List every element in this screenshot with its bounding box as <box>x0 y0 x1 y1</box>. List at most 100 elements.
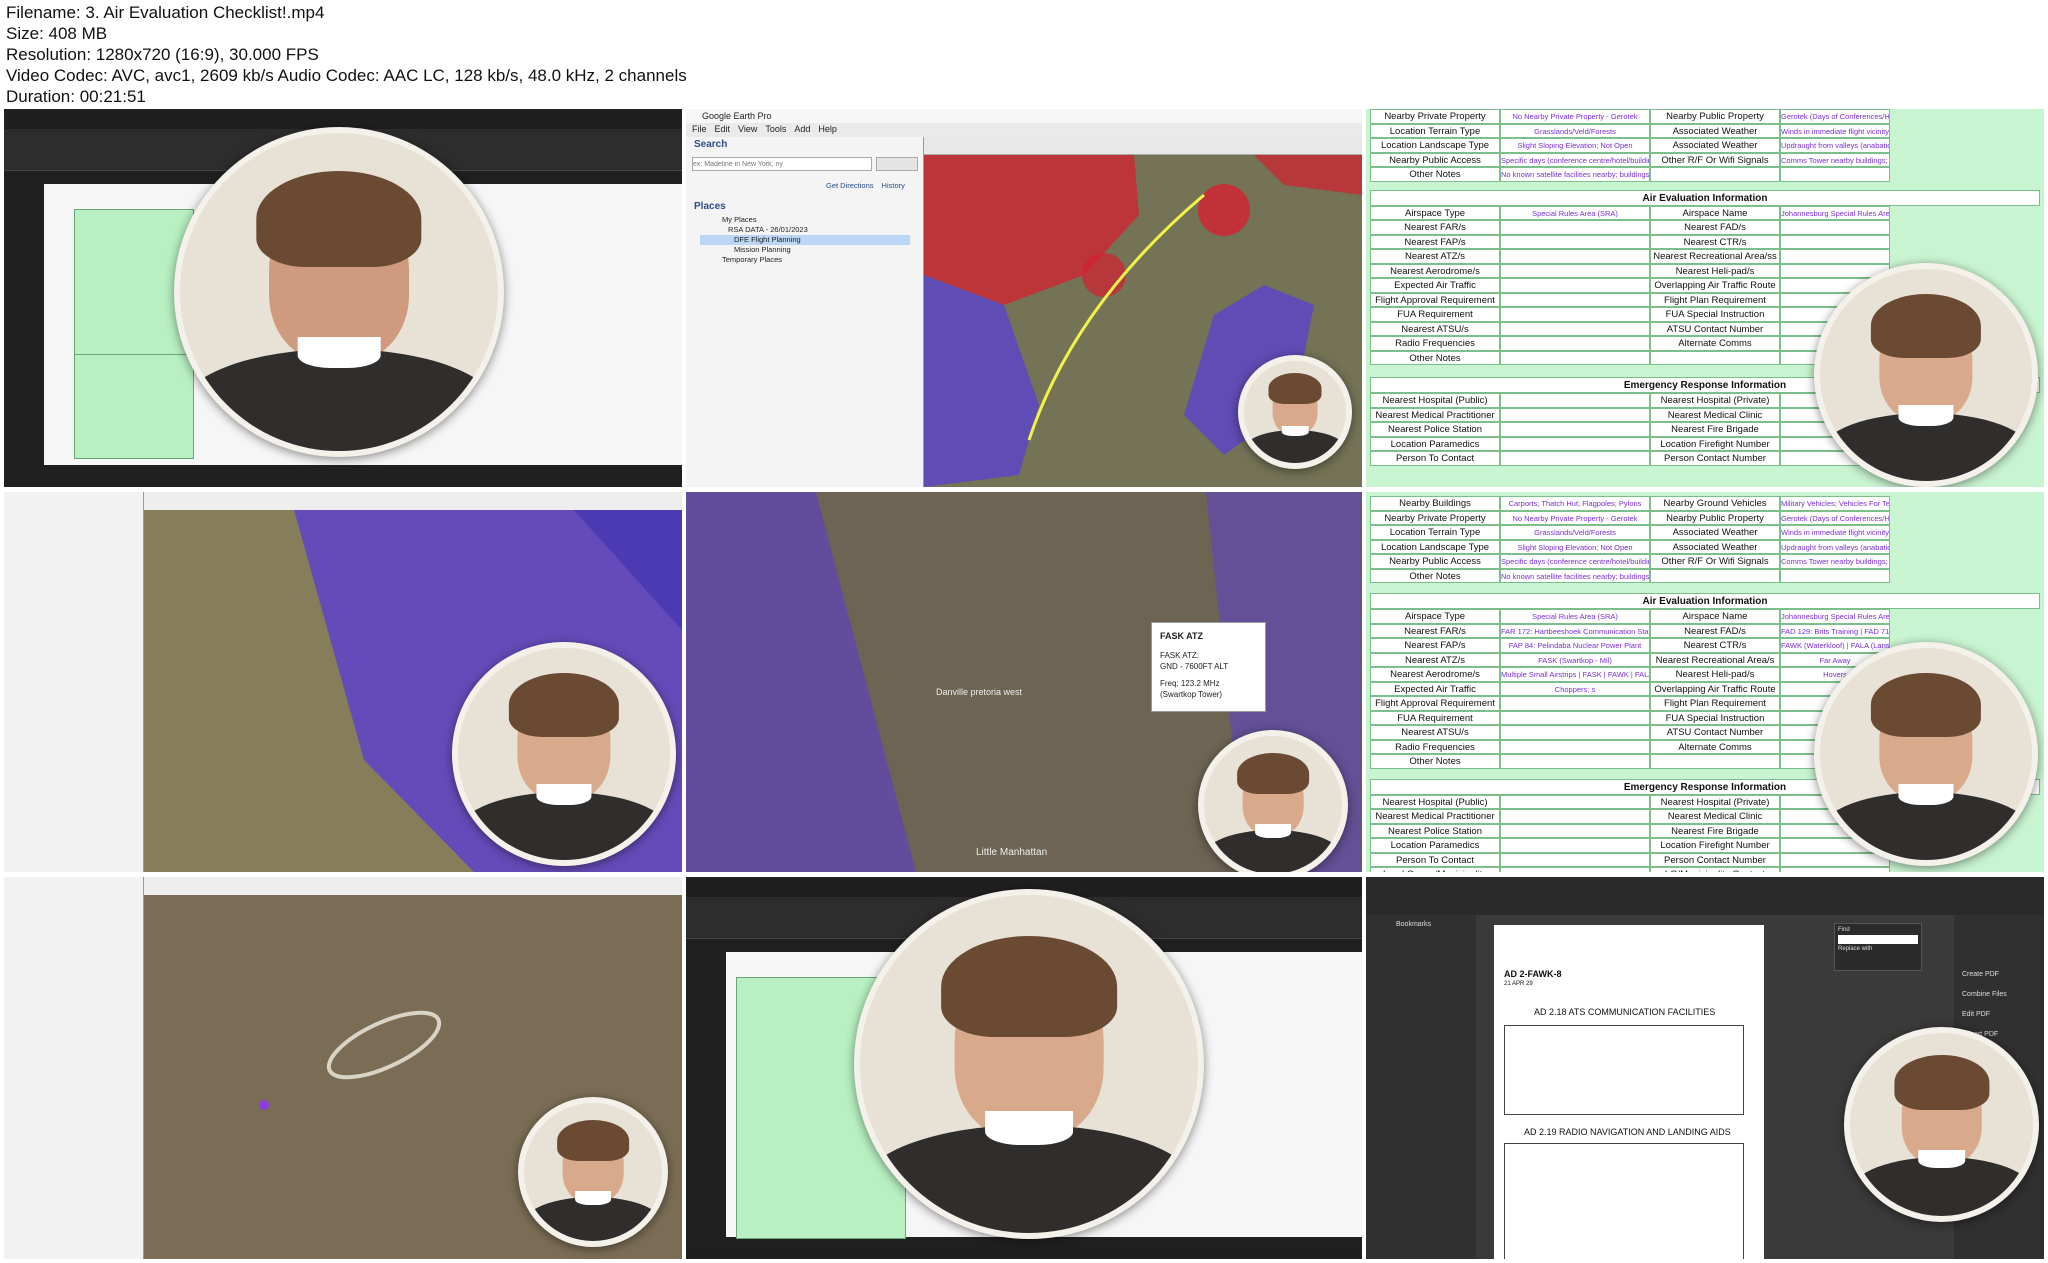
row-label[interactable]: Nearest Hospital (Private) <box>1650 794 1780 809</box>
row-label[interactable]: Location Landscape Type <box>1370 539 1500 554</box>
row-value[interactable] <box>1500 393 1650 408</box>
row-value[interactable] <box>1500 350 1650 365</box>
row-label[interactable]: Airspace Name <box>1650 205 1780 220</box>
row-value[interactable]: Grasslands/Veld/Forests <box>1500 525 1650 540</box>
row-label[interactable]: Nearest ATSU/s <box>1370 725 1500 740</box>
excel-sheet-tabs[interactable] <box>686 1245 1362 1259</box>
row-value[interactable]: Military Vehicles; Vehicles For Testing;… <box>1780 496 1890 511</box>
row-label[interactable]: Location Terrain Type <box>1370 123 1500 138</box>
row-label[interactable]: Airspace Type <box>1370 205 1500 220</box>
history-link[interactable]: History <box>882 181 905 190</box>
row-value[interactable]: No known satellite facilities nearby; bu… <box>1500 568 1650 583</box>
place-item-selected[interactable]: DFE Flight Planning <box>700 235 910 245</box>
row-label[interactable]: Nearest Medical Clinic <box>1650 407 1780 422</box>
row-label[interactable]: Nearby Public Access <box>1370 554 1500 569</box>
row-value[interactable]: Comms Tower nearby buildings; hotel (pos… <box>1780 152 1890 167</box>
row-label[interactable]: Associated Weather <box>1650 123 1780 138</box>
row-label[interactable]: Nearest FAR/s <box>1370 220 1500 235</box>
row-label[interactable]: Flight Plan Requirement <box>1650 696 1780 711</box>
place-item[interactable]: Mission Planning <box>700 245 910 255</box>
row-value[interactable]: Specific days (conference centre/hotel/b… <box>1500 554 1650 569</box>
row-value[interactable]: Updraught from valleys (anabatic); whirl… <box>1780 138 1890 153</box>
row-value[interactable] <box>1500 451 1650 466</box>
row-label[interactable]: Person Contact Number <box>1650 451 1780 466</box>
row-label[interactable]: Flight Plan Requirement <box>1650 292 1780 307</box>
row-value[interactable]: No Nearby Private Property - Gerotek <box>1500 510 1650 525</box>
row-label[interactable]: Nearest Medical Practitioner <box>1370 809 1500 824</box>
place-item[interactable]: RSA DATA - 26/01/2023 <box>700 225 910 235</box>
row-value[interactable]: FAD 129: Brits Training | FAD 71: Hartee… <box>1780 623 1890 638</box>
row-value[interactable] <box>1500 809 1650 824</box>
thumbnail-5[interactable]: Danville pretoria west Little Manhattan … <box>686 492 1362 872</box>
row-label[interactable]: Nearest FAP/s <box>1370 638 1500 653</box>
row-label[interactable]: Nearest Hospital (Private) <box>1650 393 1780 408</box>
thumbnail-6[interactable]: Nearby Buildings Carports; Thatch Hut; Fl… <box>1366 492 2044 872</box>
row-label[interactable]: Other Notes <box>1370 350 1500 365</box>
row-label[interactable]: Nearest Heli-pad/s <box>1650 263 1780 278</box>
thumbnail-2[interactable]: Google Earth Pro File Edit View Tools Ad… <box>686 109 1362 487</box>
thumbnail-3[interactable]: Nearby Private Property No Nearby Private… <box>1366 109 2044 487</box>
row-label[interactable]: Nearby Public Access <box>1370 152 1500 167</box>
row-value[interactable]: FAWK (Waterkloof) | FALA (Lanseria) <box>1780 638 1890 653</box>
row-value[interactable] <box>1500 852 1650 867</box>
row-label[interactable]: LO/Municipality Contact <box>1650 867 1780 872</box>
row-label[interactable]: Expected Air Traffic <box>1370 681 1500 696</box>
search-input[interactable] <box>692 157 872 171</box>
place-item[interactable]: Temporary Places <box>700 255 910 265</box>
row-label[interactable]: Flight Approval Requirement <box>1370 696 1500 711</box>
row-label[interactable]: Nearest Hospital (Public) <box>1370 794 1500 809</box>
row-label[interactable]: Associated Weather <box>1650 138 1780 153</box>
row-value[interactable] <box>1500 292 1650 307</box>
row-value[interactable]: Choppers; s <box>1500 681 1650 696</box>
row-label[interactable]: Nearest Fire Brigade <box>1650 422 1780 437</box>
thumbnail-4[interactable] <box>4 492 682 872</box>
row-label[interactable]: Nearby Private Property <box>1370 109 1500 124</box>
row-label[interactable]: Nearest ATZ/s <box>1370 652 1500 667</box>
row-value[interactable] <box>1780 167 1890 182</box>
row-label[interactable] <box>1650 568 1780 583</box>
row-label[interactable]: Expected Air Traffic <box>1370 278 1500 293</box>
row-label[interactable]: Nearest Fire Brigade <box>1650 823 1780 838</box>
row-value[interactable] <box>1500 838 1650 853</box>
row-label[interactable]: Nearest CTR/s <box>1650 638 1780 653</box>
row-label[interactable]: ATSU Contact Number <box>1650 321 1780 336</box>
row-label[interactable]: Other Notes <box>1370 568 1500 583</box>
row-label[interactable]: FUA Special Instruction <box>1650 710 1780 725</box>
row-label[interactable]: Airspace Type <box>1370 609 1500 624</box>
menu-help[interactable]: Help <box>818 124 837 134</box>
row-label[interactable]: Location Paramedics <box>1370 838 1500 853</box>
row-value[interactable]: Johannesburg Special Rules Area - West S… <box>1780 205 1890 220</box>
row-label[interactable]: Overlapping Air Traffic Route <box>1650 681 1780 696</box>
row-value[interactable] <box>1500 249 1650 264</box>
row-label[interactable]: Nearby Public Property <box>1650 510 1780 525</box>
row-label[interactable]: Nearest ATSU/s <box>1370 321 1500 336</box>
row-value[interactable]: Gerotek (Days of Conferences/Hotel) <box>1780 510 1890 525</box>
search-button[interactable] <box>876 157 918 171</box>
row-label[interactable]: Other Notes <box>1370 167 1500 182</box>
row-value[interactable] <box>1500 220 1650 235</box>
row-value[interactable] <box>1500 794 1650 809</box>
row-value[interactable] <box>1500 823 1650 838</box>
row-value[interactable]: Johannesburg Special Rules Area - West S… <box>1780 609 1890 624</box>
find-input[interactable] <box>1838 935 1918 944</box>
row-label[interactable]: Other R/F Or Wifi Signals <box>1650 152 1780 167</box>
row-value[interactable] <box>1500 407 1650 422</box>
get-directions-link[interactable]: Get Directions <box>826 181 874 190</box>
row-label[interactable]: Location Paramedics <box>1370 436 1500 451</box>
row-label[interactable] <box>1650 754 1780 769</box>
row-label[interactable]: Nearby Buildings <box>1370 496 1500 511</box>
row-label[interactable]: Associated Weather <box>1650 539 1780 554</box>
row-value[interactable] <box>1500 739 1650 754</box>
row-value[interactable]: No Nearby Private Property - Gerotek <box>1500 109 1650 124</box>
row-label[interactable]: Overlapping Air Traffic Route <box>1650 278 1780 293</box>
row-label[interactable]: FUA Special Instruction <box>1650 307 1780 322</box>
row-label[interactable]: Associated Weather <box>1650 525 1780 540</box>
row-value[interactable] <box>1500 321 1650 336</box>
row-label[interactable]: Other R/F Or Wifi Signals <box>1650 554 1780 569</box>
row-value[interactable]: Carports; Thatch Hut; Flagpoles; Pylons <box>1500 496 1650 511</box>
excel-sheet-tabs[interactable] <box>4 473 682 487</box>
row-value[interactable]: FAP 84: Pelindaba Nuclear Power Plant <box>1500 638 1650 653</box>
thumbnail-8[interactable] <box>686 877 1362 1259</box>
menu-edit[interactable]: Edit <box>715 124 731 134</box>
row-value[interactable]: Specific days (conference centre/hotel/b… <box>1500 152 1650 167</box>
